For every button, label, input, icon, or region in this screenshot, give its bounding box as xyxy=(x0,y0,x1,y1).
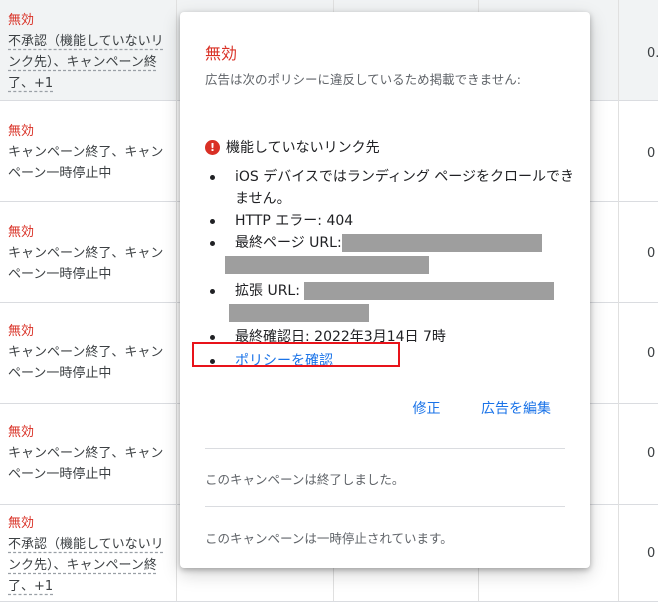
status-label: 無効 xyxy=(8,124,35,139)
http-error: HTTP エラー: 404 xyxy=(235,213,354,229)
edit-ad-button[interactable]: 広告を編集 xyxy=(481,401,551,417)
redacted-url xyxy=(229,304,369,322)
status-cell: 無効 不承認（機能していないリ ンク先）、キャンペーン終 了、+1 xyxy=(8,513,176,597)
ext-url-label: 拡張 URL: xyxy=(235,283,300,299)
list-item: iOS デバイスではランディング ページをクロールできません。 xyxy=(205,166,575,210)
campaign-ended-note: このキャンペーンは終了しました。 xyxy=(205,472,405,487)
status-reason[interactable]: ンク先）、キャンペーン終 xyxy=(8,52,176,73)
status-reason: ペーン一時停止中 xyxy=(8,467,112,482)
error-icon: ! xyxy=(205,139,220,155)
status-reason: キャンペーン終了、キャン xyxy=(8,345,164,360)
status-reason[interactable]: 了、+1 xyxy=(8,73,176,94)
status-reason[interactable]: 不承認（機能していないリ xyxy=(8,31,176,52)
status-reason: キャンペーン終了、キャン xyxy=(8,446,164,461)
column-divider xyxy=(176,0,177,601)
divider xyxy=(205,506,565,507)
fix-button[interactable]: 修正 xyxy=(413,401,441,417)
list-item: 最終ページ URL: xyxy=(205,232,575,276)
popup-title: 無効 xyxy=(205,44,238,63)
divider xyxy=(205,448,565,449)
final-url-label: 最終ページ URL: xyxy=(235,235,342,251)
status-reason[interactable]: ンク先）、キャンペーン終 xyxy=(8,555,176,576)
status-cell: 無効 キャンペーン終了、キャン ペーン一時停止中 xyxy=(8,121,176,184)
status-reason: ペーン一時停止中 xyxy=(8,366,112,381)
status-cell: 無効 不承認（機能していないリ ンク先）、キャンペーン終 了、+1 xyxy=(8,10,176,94)
popup-description: 広告は次のポリシーに違反しているため掲載できません: xyxy=(205,72,521,87)
numeric-cell: 0 xyxy=(647,246,656,261)
violation-heading: ! 機能していないリンク先 xyxy=(205,137,380,157)
status-cell: 無効 キャンペーン終了、キャン ペーン一時停止中 xyxy=(8,222,176,285)
status-reason: ペーン一時停止中 xyxy=(8,166,112,181)
redacted-url xyxy=(225,256,429,274)
status-label: 無効 xyxy=(8,225,35,240)
numeric-cell: 0 xyxy=(647,346,656,361)
redacted-url xyxy=(341,234,542,252)
status-label: 無効 xyxy=(8,516,35,531)
status-reason: ペーン一時停止中 xyxy=(8,267,112,282)
list-item: HTTP エラー: 404 xyxy=(205,210,575,232)
status-label: 無効 xyxy=(8,324,35,339)
list-item: 拡張 URL: xyxy=(205,280,575,324)
campaign-paused-note: このキャンペーンは一時停止されています。 xyxy=(205,531,453,546)
numeric-cell: 0 xyxy=(647,546,656,561)
ios-detail: iOS デバイスではランディング ページをクロールできません。 xyxy=(235,169,575,207)
status-reason: キャンペーン終了、キャン xyxy=(8,246,164,261)
status-reason: キャンペーン終了、キャン xyxy=(8,145,164,160)
status-reason[interactable]: 不承認（機能していないリ xyxy=(8,534,176,555)
status-cell: 無効 キャンペーン終了、キャン ペーン一時停止中 xyxy=(8,422,176,485)
status-label: 無効 xyxy=(8,425,35,440)
highlight-box xyxy=(192,342,400,367)
redacted-url xyxy=(304,282,555,300)
numeric-cell: 0 xyxy=(647,446,656,461)
status-reason[interactable]: 了、+1 xyxy=(8,576,176,597)
status-label: 無効 xyxy=(8,13,35,28)
popup-actions: 修正 広告を編集 xyxy=(377,398,551,418)
column-divider xyxy=(618,0,619,601)
status-cell: 無効 キャンペーン終了、キャン ペーン一時停止中 xyxy=(8,321,176,384)
policy-popup: 無効 広告は次のポリシーに違反しているため掲載できません: ! 機能していないリ… xyxy=(180,12,590,568)
numeric-cell: 0. xyxy=(647,46,658,61)
numeric-cell: 0 xyxy=(647,146,656,161)
violation-heading-text: 機能していないリンク先 xyxy=(226,140,380,156)
